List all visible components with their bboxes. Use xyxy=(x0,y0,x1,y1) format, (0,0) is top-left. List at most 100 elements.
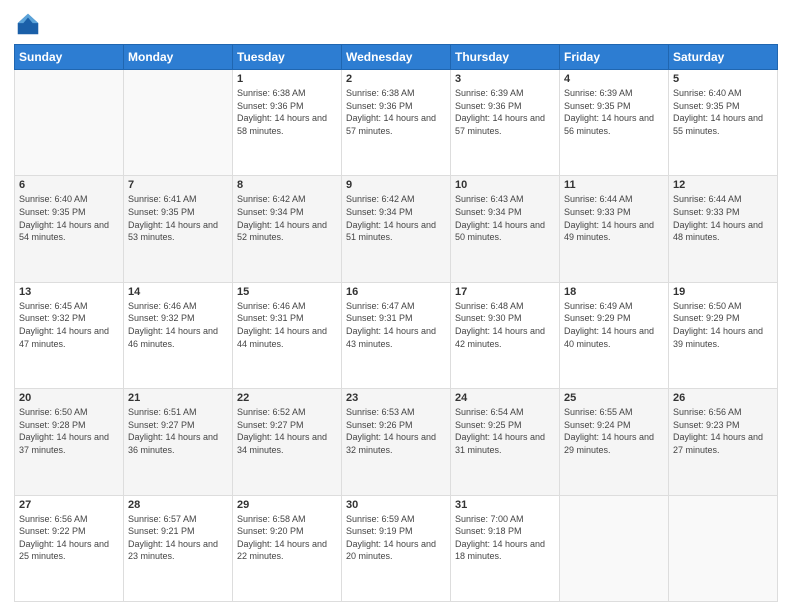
calendar-cell: 30 Sunrise: 6:59 AM Sunset: 9:19 PM Dayli… xyxy=(342,495,451,601)
calendar-header-monday: Monday xyxy=(124,45,233,70)
day-number: 20 xyxy=(19,392,119,404)
day-number: 16 xyxy=(346,286,446,298)
page: SundayMondayTuesdayWednesdayThursdayFrid… xyxy=(0,0,792,612)
day-number: 9 xyxy=(346,179,446,191)
calendar-cell: 14 Sunrise: 6:46 AM Sunset: 9:32 PM Dayli… xyxy=(124,282,233,388)
calendar-cell: 18 Sunrise: 6:49 AM Sunset: 9:29 PM Dayli… xyxy=(560,282,669,388)
day-number: 21 xyxy=(128,392,228,404)
logo-icon xyxy=(14,10,42,38)
day-info: Sunrise: 6:44 AM Sunset: 9:33 PM Dayligh… xyxy=(673,193,773,243)
calendar-header-sunday: Sunday xyxy=(15,45,124,70)
day-number: 1 xyxy=(237,73,337,85)
day-info: Sunrise: 6:55 AM Sunset: 9:24 PM Dayligh… xyxy=(564,406,664,456)
day-number: 10 xyxy=(455,179,555,191)
day-info: Sunrise: 6:39 AM Sunset: 9:36 PM Dayligh… xyxy=(455,87,555,137)
calendar-week-row: 20 Sunrise: 6:50 AM Sunset: 9:28 PM Dayli… xyxy=(15,389,778,495)
day-number: 15 xyxy=(237,286,337,298)
day-number: 18 xyxy=(564,286,664,298)
day-number: 28 xyxy=(128,499,228,511)
day-info: Sunrise: 6:43 AM Sunset: 9:34 PM Dayligh… xyxy=(455,193,555,243)
day-info: Sunrise: 6:56 AM Sunset: 9:23 PM Dayligh… xyxy=(673,406,773,456)
calendar-cell: 1 Sunrise: 6:38 AM Sunset: 9:36 PM Daylig… xyxy=(233,70,342,176)
calendar-cell: 7 Sunrise: 6:41 AM Sunset: 9:35 PM Daylig… xyxy=(124,176,233,282)
day-info: Sunrise: 6:51 AM Sunset: 9:27 PM Dayligh… xyxy=(128,406,228,456)
calendar-header-wednesday: Wednesday xyxy=(342,45,451,70)
day-info: Sunrise: 6:47 AM Sunset: 9:31 PM Dayligh… xyxy=(346,300,446,350)
day-number: 12 xyxy=(673,179,773,191)
calendar-cell: 28 Sunrise: 6:57 AM Sunset: 9:21 PM Dayli… xyxy=(124,495,233,601)
calendar-week-row: 6Sunrise: 6:40 AM Sunset: 9:35 PM Daylig… xyxy=(15,176,778,282)
day-number: 14 xyxy=(128,286,228,298)
calendar-cell xyxy=(669,495,778,601)
day-info: Sunrise: 6:46 AM Sunset: 9:31 PM Dayligh… xyxy=(237,300,337,350)
calendar-cell xyxy=(560,495,669,601)
day-number: 6 xyxy=(19,179,119,191)
calendar-cell: 3 Sunrise: 6:39 AM Sunset: 9:36 PM Daylig… xyxy=(451,70,560,176)
day-number: 17 xyxy=(455,286,555,298)
day-info: Sunrise: 6:45 AM Sunset: 9:32 PM Dayligh… xyxy=(19,300,119,350)
calendar-cell: 8 Sunrise: 6:42 AM Sunset: 9:34 PM Daylig… xyxy=(233,176,342,282)
header xyxy=(14,10,778,38)
calendar-week-row: 13Sunrise: 6:45 AM Sunset: 9:32 PM Dayli… xyxy=(15,282,778,388)
day-number: 29 xyxy=(237,499,337,511)
day-number: 5 xyxy=(673,73,773,85)
day-info: Sunrise: 6:54 AM Sunset: 9:25 PM Dayligh… xyxy=(455,406,555,456)
day-info: Sunrise: 6:39 AM Sunset: 9:35 PM Dayligh… xyxy=(564,87,664,137)
calendar-cell: 25 Sunrise: 6:55 AM Sunset: 9:24 PM Dayli… xyxy=(560,389,669,495)
day-info: Sunrise: 6:40 AM Sunset: 9:35 PM Dayligh… xyxy=(673,87,773,137)
day-number: 11 xyxy=(564,179,664,191)
day-info: Sunrise: 6:42 AM Sunset: 9:34 PM Dayligh… xyxy=(237,193,337,243)
calendar-cell: 15 Sunrise: 6:46 AM Sunset: 9:31 PM Dayli… xyxy=(233,282,342,388)
day-info: Sunrise: 6:50 AM Sunset: 9:28 PM Dayligh… xyxy=(19,406,119,456)
day-info: Sunrise: 6:56 AM Sunset: 9:22 PM Dayligh… xyxy=(19,513,119,563)
calendar-cell: 27Sunrise: 6:56 AM Sunset: 9:22 PM Dayli… xyxy=(15,495,124,601)
day-info: Sunrise: 6:57 AM Sunset: 9:21 PM Dayligh… xyxy=(128,513,228,563)
calendar-cell: 19 Sunrise: 6:50 AM Sunset: 9:29 PM Dayli… xyxy=(669,282,778,388)
calendar-header-tuesday: Tuesday xyxy=(233,45,342,70)
day-number: 2 xyxy=(346,73,446,85)
calendar-cell: 31Sunrise: 7:00 AM Sunset: 9:18 PM Dayli… xyxy=(451,495,560,601)
day-info: Sunrise: 6:59 AM Sunset: 9:19 PM Dayligh… xyxy=(346,513,446,563)
day-info: Sunrise: 6:48 AM Sunset: 9:30 PM Dayligh… xyxy=(455,300,555,350)
calendar-cell: 21 Sunrise: 6:51 AM Sunset: 9:27 PM Dayli… xyxy=(124,389,233,495)
day-info: Sunrise: 6:49 AM Sunset: 9:29 PM Dayligh… xyxy=(564,300,664,350)
calendar-cell: 4 Sunrise: 6:39 AM Sunset: 9:35 PM Daylig… xyxy=(560,70,669,176)
calendar-cell: 16 Sunrise: 6:47 AM Sunset: 9:31 PM Dayli… xyxy=(342,282,451,388)
calendar-cell xyxy=(124,70,233,176)
calendar-cell: 20 Sunrise: 6:50 AM Sunset: 9:28 PM Dayli… xyxy=(15,389,124,495)
calendar-cell: 24 Sunrise: 6:54 AM Sunset: 9:25 PM Dayli… xyxy=(451,389,560,495)
calendar-header-row: SundayMondayTuesdayWednesdayThursdayFrid… xyxy=(15,45,778,70)
calendar-header-saturday: Saturday xyxy=(669,45,778,70)
calendar-cell: 9 Sunrise: 6:42 AM Sunset: 9:34 PM Daylig… xyxy=(342,176,451,282)
day-info: Sunrise: 6:38 AM Sunset: 9:36 PM Dayligh… xyxy=(237,87,337,137)
calendar-cell: 11Sunrise: 6:44 AM Sunset: 9:33 PM Dayli… xyxy=(560,176,669,282)
day-number: 3 xyxy=(455,73,555,85)
day-number: 24 xyxy=(455,392,555,404)
day-number: 19 xyxy=(673,286,773,298)
calendar-cell: 22Sunrise: 6:52 AM Sunset: 9:27 PM Dayli… xyxy=(233,389,342,495)
day-info: Sunrise: 7:00 AM Sunset: 9:18 PM Dayligh… xyxy=(455,513,555,563)
day-info: Sunrise: 6:58 AM Sunset: 9:20 PM Dayligh… xyxy=(237,513,337,563)
day-number: 22 xyxy=(237,392,337,404)
day-info: Sunrise: 6:41 AM Sunset: 9:35 PM Dayligh… xyxy=(128,193,228,243)
calendar-cell: 23 Sunrise: 6:53 AM Sunset: 9:26 PM Dayli… xyxy=(342,389,451,495)
calendar-week-row: 1 Sunrise: 6:38 AM Sunset: 9:36 PM Daylig… xyxy=(15,70,778,176)
day-number: 4 xyxy=(564,73,664,85)
calendar-cell: 5 Sunrise: 6:40 AM Sunset: 9:35 PM Daylig… xyxy=(669,70,778,176)
day-number: 7 xyxy=(128,179,228,191)
day-number: 25 xyxy=(564,392,664,404)
calendar-week-row: 27Sunrise: 6:56 AM Sunset: 9:22 PM Dayli… xyxy=(15,495,778,601)
day-info: Sunrise: 6:42 AM Sunset: 9:34 PM Dayligh… xyxy=(346,193,446,243)
day-info: Sunrise: 6:46 AM Sunset: 9:32 PM Dayligh… xyxy=(128,300,228,350)
calendar-header-thursday: Thursday xyxy=(451,45,560,70)
day-info: Sunrise: 6:38 AM Sunset: 9:36 PM Dayligh… xyxy=(346,87,446,137)
day-info: Sunrise: 6:50 AM Sunset: 9:29 PM Dayligh… xyxy=(673,300,773,350)
day-number: 23 xyxy=(346,392,446,404)
day-info: Sunrise: 6:53 AM Sunset: 9:26 PM Dayligh… xyxy=(346,406,446,456)
day-number: 30 xyxy=(346,499,446,511)
day-number: 8 xyxy=(237,179,337,191)
calendar-cell: 17 Sunrise: 6:48 AM Sunset: 9:30 PM Dayli… xyxy=(451,282,560,388)
logo xyxy=(14,10,46,38)
calendar-cell: 26Sunrise: 6:56 AM Sunset: 9:23 PM Dayli… xyxy=(669,389,778,495)
calendar-cell: 10 Sunrise: 6:43 AM Sunset: 9:34 PM Dayli… xyxy=(451,176,560,282)
